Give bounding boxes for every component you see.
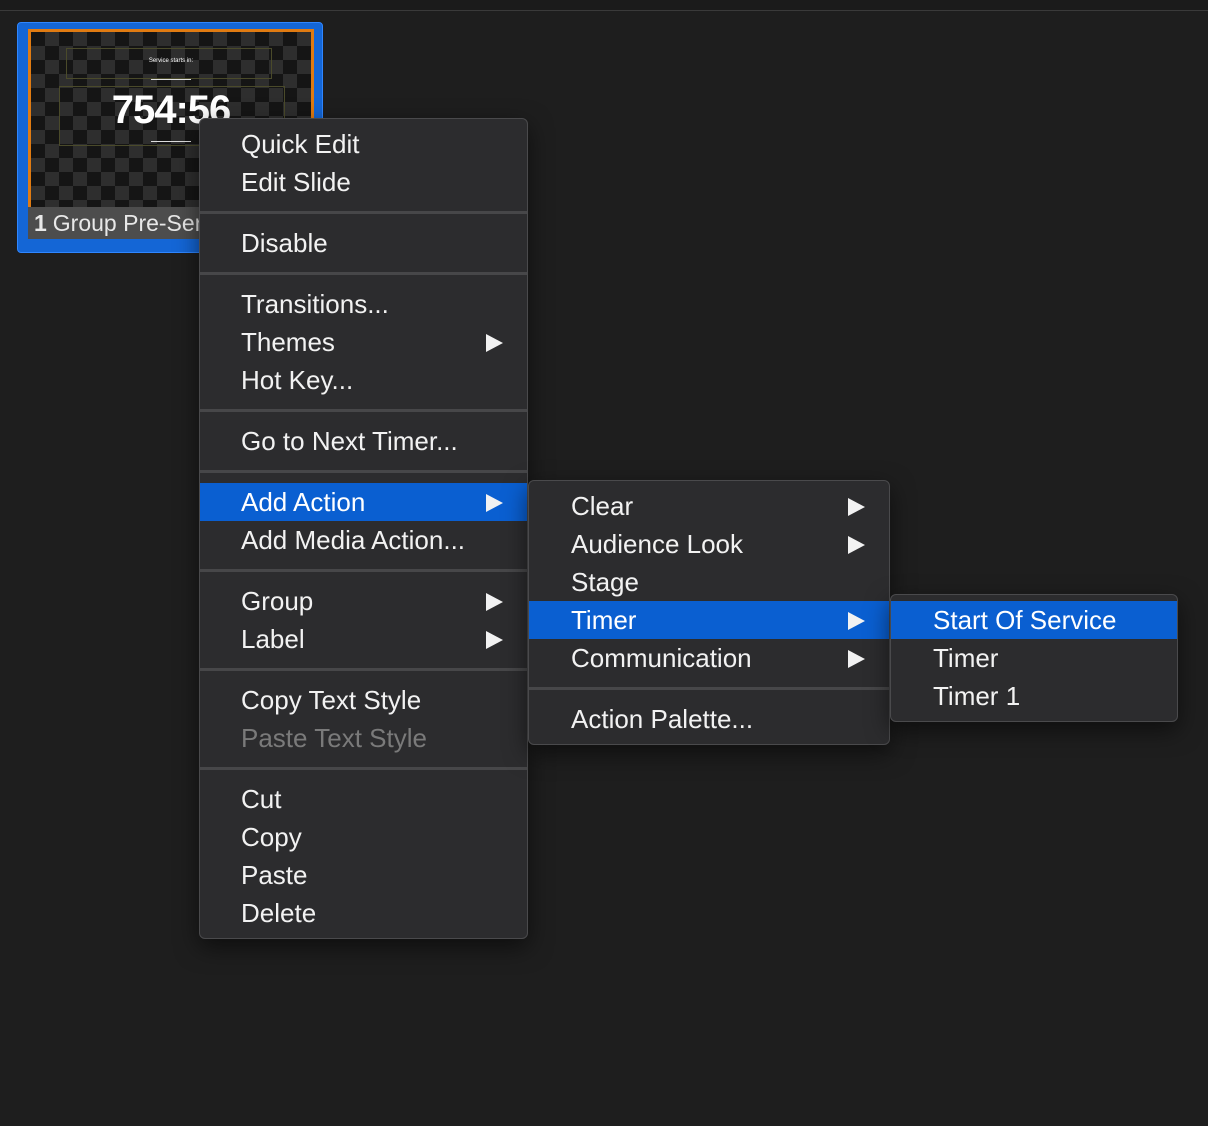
- menu-item-disable[interactable]: Disable: [200, 224, 527, 262]
- submenu-arrow-icon: [486, 631, 503, 649]
- menu-item-edit-slide[interactable]: Edit Slide: [200, 163, 527, 201]
- menu-separator: [200, 668, 527, 671]
- menu-item-label: Paste: [241, 860, 308, 890]
- menu-separator: [200, 409, 527, 412]
- submenu-arrow-icon: [848, 498, 865, 516]
- menu-item-paste-text-style: Paste Text Style: [200, 719, 527, 757]
- timer-item-timer[interactable]: Timer: [891, 639, 1177, 677]
- timer-submenu: Start Of Service Timer Timer 1: [890, 594, 1178, 722]
- menu-item-label: Quick Edit: [241, 129, 360, 159]
- submenu-item-clear[interactable]: Clear: [529, 487, 889, 525]
- slide-number: 1: [34, 210, 47, 236]
- submenu-arrow-icon: [848, 612, 865, 630]
- menu-separator: [200, 767, 527, 770]
- submenu-item-communication[interactable]: Communication: [529, 639, 889, 677]
- slide-group-label: 1Group Pre-Service: [28, 207, 218, 239]
- menu-item-themes[interactable]: Themes: [200, 323, 527, 361]
- menu-separator: [529, 687, 889, 690]
- submenu-arrow-icon: [848, 650, 865, 668]
- submenu-item-audience-look[interactable]: Audience Look: [529, 525, 889, 563]
- menu-item-label: Transitions...: [241, 289, 389, 319]
- menu-item-label: Timer 1: [933, 681, 1021, 711]
- slide-divider: [151, 141, 191, 142]
- menu-item-group[interactable]: Group: [200, 582, 527, 620]
- slide-context-menu: Quick Edit Edit Slide Disable Transition…: [199, 118, 528, 939]
- menu-item-label: Paste Text Style: [241, 723, 427, 753]
- menu-item-label: Edit Slide: [241, 167, 351, 197]
- submenu-item-stage[interactable]: Stage: [529, 563, 889, 601]
- submenu-arrow-icon: [486, 593, 503, 611]
- menu-separator: [200, 470, 527, 473]
- menu-item-add-action[interactable]: Add Action: [200, 483, 527, 521]
- menu-item-label: Stage: [571, 567, 639, 597]
- timer-item-start-of-service[interactable]: Start Of Service: [891, 601, 1177, 639]
- menu-item-go-to-next-timer[interactable]: Go to Next Timer...: [200, 422, 527, 460]
- menu-item-copy-text-style[interactable]: Copy Text Style: [200, 681, 527, 719]
- menu-separator: [200, 569, 527, 572]
- menu-separator: [200, 211, 527, 214]
- menu-item-label: Timer: [933, 643, 999, 673]
- menu-separator: [200, 272, 527, 275]
- menu-item-label: Group: [241, 586, 314, 616]
- top-toolbar-edge: [0, 0, 1208, 11]
- menu-item-label: Add Media Action...: [241, 525, 466, 555]
- menu-item-copy[interactable]: Copy: [200, 818, 527, 856]
- slide-divider: [151, 79, 191, 80]
- submenu-arrow-icon: [848, 536, 865, 554]
- menu-item-paste[interactable]: Paste: [200, 856, 527, 894]
- submenu-item-timer[interactable]: Timer: [529, 601, 889, 639]
- menu-item-add-media-action[interactable]: Add Media Action...: [200, 521, 527, 559]
- menu-item-label: Action Palette...: [571, 704, 754, 734]
- menu-item-label: Copy Text Style: [241, 685, 422, 715]
- menu-item-transitions[interactable]: Transitions...: [200, 285, 527, 323]
- menu-item-label: Timer: [571, 605, 637, 635]
- menu-item-hot-key[interactable]: Hot Key...: [200, 361, 527, 399]
- menu-item-quick-edit[interactable]: Quick Edit: [200, 125, 527, 163]
- timer-item-timer-1[interactable]: Timer 1: [891, 677, 1177, 715]
- menu-item-label: Themes: [241, 327, 335, 357]
- menu-item-label: Delete: [241, 898, 317, 928]
- menu-item-label: Copy: [241, 822, 302, 852]
- menu-item-label: Audience Look: [571, 529, 744, 559]
- menu-item-label: Disable: [241, 228, 328, 258]
- menu-item-label: Go to Next Timer...: [241, 426, 458, 456]
- menu-item-label: Add Action: [241, 487, 366, 517]
- submenu-item-action-palette[interactable]: Action Palette...: [529, 700, 889, 738]
- menu-item-label: Start Of Service: [933, 605, 1117, 635]
- menu-item-delete[interactable]: Delete: [200, 894, 527, 932]
- add-action-submenu: Clear Audience Look Stage Timer Communic…: [528, 480, 890, 745]
- menu-item-label: Communication: [571, 643, 752, 673]
- submenu-arrow-icon: [486, 334, 503, 352]
- menu-item-label-submenu[interactable]: Label: [200, 620, 527, 658]
- submenu-arrow-icon: [486, 494, 503, 512]
- menu-item-label: Hot Key...: [241, 365, 354, 395]
- slide-group-name: Group Pre-Service: [52, 210, 218, 236]
- menu-item-label: Label: [241, 624, 305, 654]
- menu-item-cut[interactable]: Cut: [200, 780, 527, 818]
- menu-item-label: Cut: [241, 784, 282, 814]
- slide-caption: Service starts in:: [148, 58, 194, 64]
- menu-item-label: Clear: [571, 491, 634, 521]
